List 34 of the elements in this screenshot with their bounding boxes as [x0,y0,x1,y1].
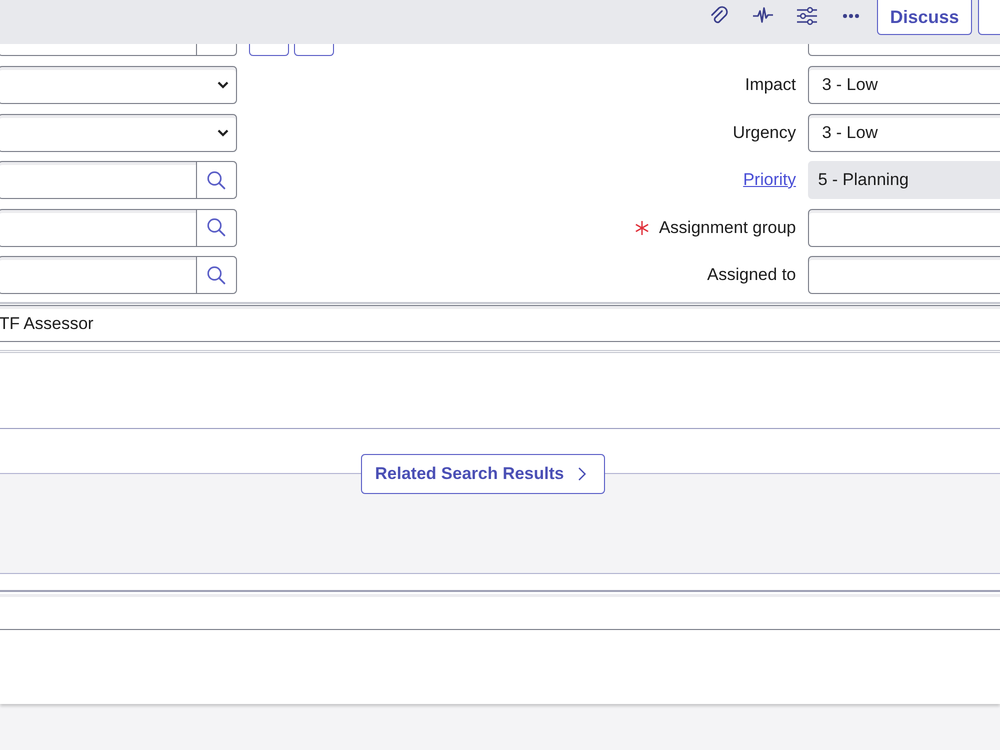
field-label: Assignment group [658,218,796,238]
chevron-down-icon [217,128,229,136]
select-field[interactable] [0,66,237,104]
small-button[interactable] [249,44,289,56]
lookup-field[interactable] [0,256,237,294]
chevron-down-icon [217,81,229,89]
lookup-field[interactable] [0,44,237,56]
search-button[interactable] [196,257,236,293]
lookup-field[interactable] [0,161,237,199]
search-button[interactable] [196,162,236,198]
lookup-field[interactable] [0,208,237,246]
field-label: Assigned to [707,265,796,285]
search-icon [207,266,226,284]
required-icon [634,220,649,234]
input-field[interactable] [808,208,1000,246]
text-field[interactable] [0,594,1000,630]
chevron-right-icon [578,467,586,481]
search-button[interactable] [196,210,236,246]
discuss-button[interactable]: Discuss [876,0,972,35]
related-search-button[interactable]: Related Search Results [361,454,605,494]
field-link[interactable]: Priority [743,170,796,190]
input-field[interactable]: 3 - Low [808,114,1000,152]
input-field[interactable]: 3 - Low [808,66,1000,104]
field-label: Impact [744,75,796,95]
input-field[interactable] [808,44,1000,56]
search-button[interactable] [196,44,236,55]
readonly-field: 5 - Planning [808,161,1000,199]
field-label: Urgency [732,122,796,142]
search-icon [207,170,226,190]
search-icon [207,218,226,237]
sliders-icon[interactable] [796,5,818,27]
small-button[interactable] [294,44,334,56]
input-field[interactable] [808,256,1000,294]
select-field[interactable] [0,114,237,152]
